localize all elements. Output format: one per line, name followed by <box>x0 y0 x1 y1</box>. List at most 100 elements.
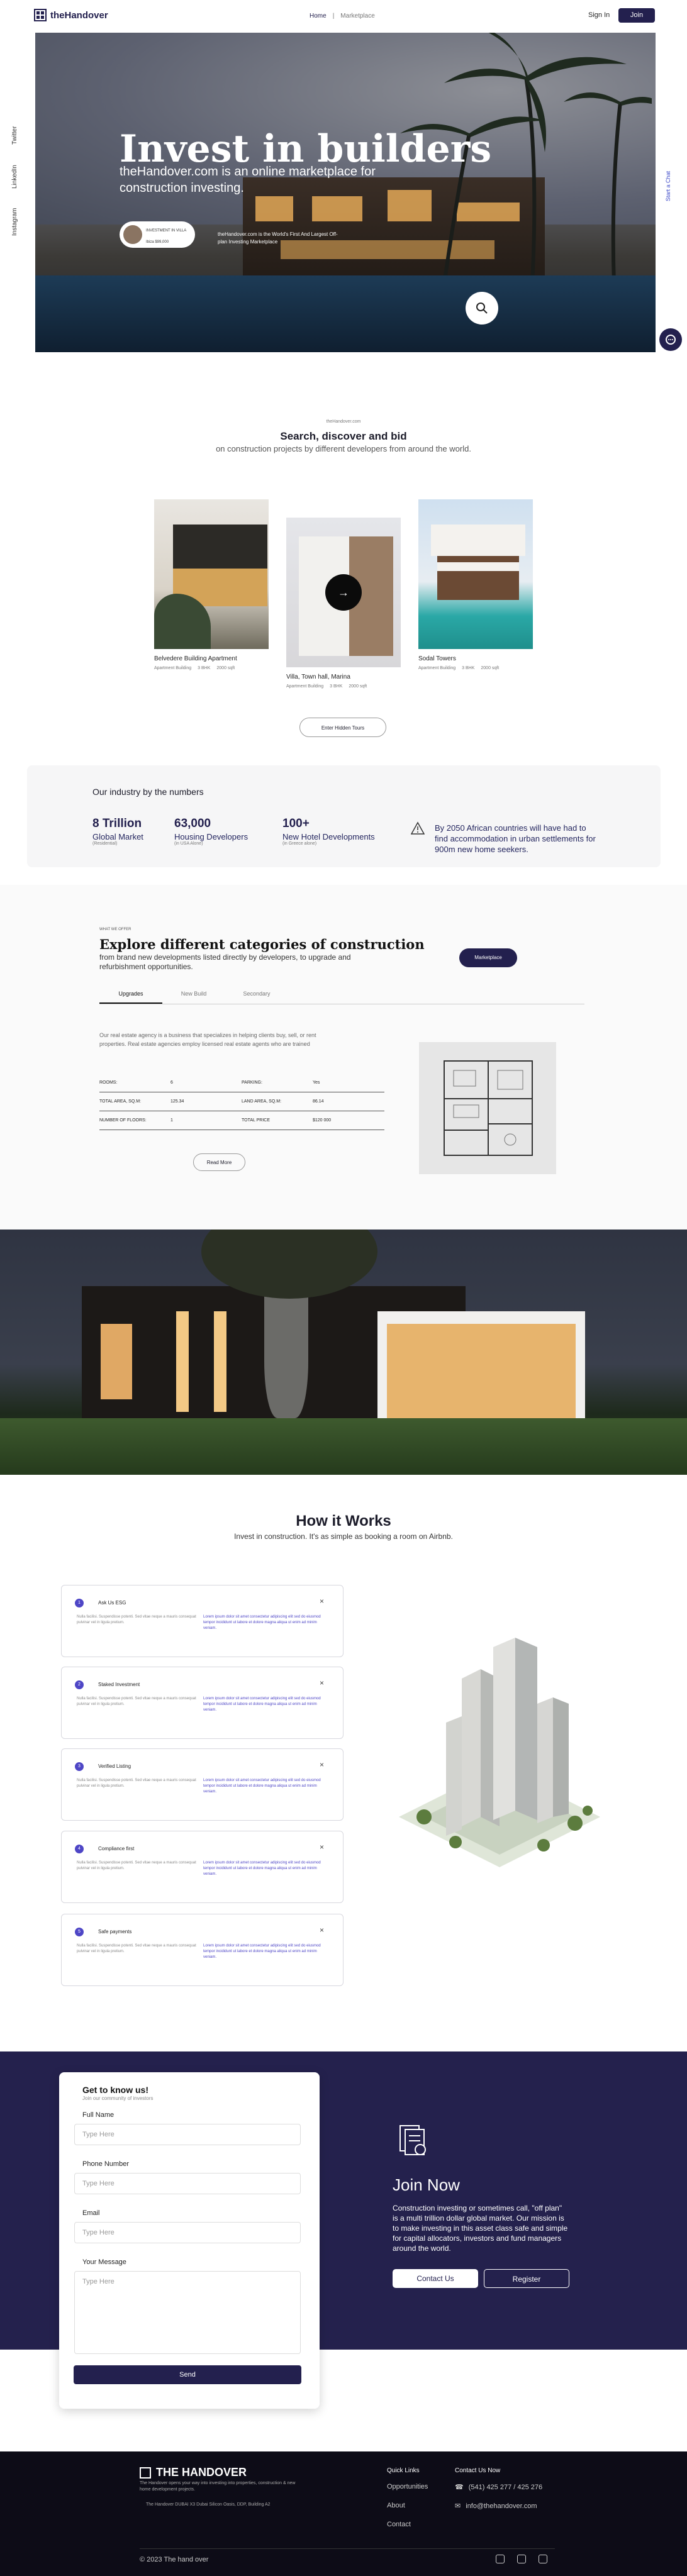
chat-fab-button[interactable] <box>659 328 682 351</box>
how-it-works-title: How it Works <box>296 1513 391 1530</box>
project-card-name: Sodal Towers <box>418 655 456 662</box>
step-body-right: Lorem ipsum dolor sit amet consectetur a… <box>203 1615 321 1630</box>
footer-phone[interactable]: ☎ (541) 425 277 / 425 276 <box>455 2483 542 2492</box>
stat-item: 100+ New Hotel Developments (in Greece alo… <box>282 817 375 846</box>
phone-icon: ☎ <box>455 2484 464 2491</box>
step-body-left: Nulla facilisi. Suspendisse potenti. Sed… <box>77 1779 196 1788</box>
floor-plan-image <box>419 1042 556 1174</box>
footer-divider <box>140 2548 555 2549</box>
footer-brand: THE HANDOVER <box>140 2466 247 2479</box>
step-card[interactable]: 3 Verified Listing × Nulla facilisi. Sus… <box>61 1748 344 1821</box>
contact-form: Get to know us! Join our community of in… <box>59 2072 320 2409</box>
message-textarea[interactable]: Type Here <box>74 2271 301 2354</box>
tab-new-build[interactable]: New Build <box>162 991 225 1004</box>
category-tabs: Upgrades New Build Secondary <box>99 991 584 1004</box>
project-card[interactable]: Sodal Towers Apartment Building 3 BHK 2000… <box>418 499 533 670</box>
categories-description: from brand new developments listed direc… <box>99 953 351 971</box>
chat-icon <box>666 335 676 345</box>
instagram-link[interactable]: Instagram <box>11 208 18 236</box>
footer-address: The Handover DUBAI X3 Dubai Silicon Oasi… <box>146 2502 271 2507</box>
search-eyebrow: theHandover.com <box>326 419 361 424</box>
footer: THE HANDOVER The Handover opens your way… <box>0 2451 687 2576</box>
copyright: © 2023 The hand over <box>140 2556 209 2563</box>
nav-divider: | <box>332 13 335 19</box>
stat-item: 8 Trillion Global Market (Residential) <box>92 817 143 846</box>
logo-icon <box>34 9 47 21</box>
register-button[interactable]: Register <box>484 2269 569 2288</box>
linkedin-link[interactable]: LinkedIn <box>11 165 18 189</box>
hero-search-button[interactable] <box>466 292 498 325</box>
step-card[interactable]: 5 Safe payments × Nulla facilisi. Suspen… <box>61 1914 344 1986</box>
join-button[interactable]: Join <box>618 8 655 23</box>
top-header: theHandover Home | Marketplace Sign In J… <box>0 0 687 33</box>
warning-icon <box>411 821 425 835</box>
field-label: Phone Number <box>82 2160 129 2168</box>
investment-badge[interactable]: INVESTMENT IN VILLA Ibiza $99,000 <box>120 221 195 248</box>
categories-paragraph: Our real estate agency is a business tha… <box>99 1032 316 1047</box>
mail-icon: ✉ <box>455 2502 461 2510</box>
join-description: Construction investing or sometimes call… <box>393 2204 568 2253</box>
step-body-left: Nulla facilisi. Suspendisse potenti. Sed… <box>77 1697 196 1706</box>
badge-line1: INVESTMENT IN VILLA <box>146 229 187 233</box>
footer-link-opportunities[interactable]: Opportunities <box>387 2483 428 2490</box>
footer-link-about[interactable]: About <box>387 2502 405 2509</box>
quick-links-title: Quick Links <box>387 2467 420 2474</box>
step-number: 4 <box>75 1845 84 1853</box>
enter-hidden-tours-button[interactable]: Enter Hidden Tours <box>299 718 386 737</box>
close-icon[interactable]: × <box>320 1679 324 1687</box>
footer-socials <box>496 2555 547 2563</box>
marketplace-button[interactable]: Marketplace <box>459 948 517 967</box>
numbers-heading: Our industry by the numbers <box>92 787 204 797</box>
step-card[interactable]: 2 Staked Investment × Nulla facilisi. Su… <box>61 1667 344 1739</box>
stat-item: 63,000 Housing Developers (in USA Alone) <box>174 817 249 846</box>
badge-line2: Ibiza $99,000 <box>146 240 169 244</box>
step-title: Safe payments <box>98 1929 132 1935</box>
sign-in-link[interactable]: Sign In <box>588 11 610 19</box>
phone-input[interactable]: Type Here <box>74 2173 301 2194</box>
hero-banner: Invest in builders theHandover.com is an… <box>35 33 656 352</box>
instagram-icon[interactable] <box>539 2555 547 2563</box>
read-more-button[interactable]: Read More <box>193 1153 245 1171</box>
linkedin-icon[interactable] <box>496 2555 505 2563</box>
how-it-works-subtitle: Invest in construction. It's as simple a… <box>234 1532 453 1541</box>
step-title: Ask Us ESG <box>98 1600 126 1606</box>
email-input[interactable]: Type Here <box>74 2222 301 2243</box>
form-subtitle: Join our community of investors <box>82 2096 154 2101</box>
send-button[interactable]: Send <box>74 2365 301 2384</box>
tab-upgrades[interactable]: Upgrades <box>99 991 162 1004</box>
step-card[interactable]: 1 Ask Us ESG × Nulla facilisi. Suspendis… <box>61 1585 344 1657</box>
brand-logo[interactable]: theHandover <box>34 9 108 21</box>
badge-avatar <box>123 225 142 244</box>
twitter-link[interactable]: Twitter <box>11 126 18 145</box>
project-card-name: Belvedere Building Apartment <box>154 655 237 662</box>
search-subtitle: on construction projects by different de… <box>216 444 471 453</box>
footer-link-contact[interactable]: Contact <box>387 2521 411 2528</box>
field-label: Email <box>82 2209 100 2217</box>
step-body-right: Lorem ipsum dolor sit amet consectetur a… <box>203 1697 321 1712</box>
full-name-input[interactable]: Type Here <box>74 2124 301 2145</box>
brand-name: theHandover <box>50 9 108 21</box>
step-card[interactable]: 4 Compliance first × Nulla facilisi. Sus… <box>61 1831 344 1903</box>
nav-home[interactable]: Home <box>310 13 327 19</box>
close-icon[interactable]: × <box>320 1597 324 1606</box>
close-icon[interactable]: × <box>320 1760 324 1769</box>
step-body-left: Nulla facilisi. Suspendisse potenti. Sed… <box>77 1944 196 1953</box>
project-card[interactable]: → Villa, Town hall, Marina Apartment Bui… <box>286 518 401 689</box>
step-number: 3 <box>75 1762 84 1771</box>
modern-house-image <box>0 1230 687 1475</box>
search-icon <box>476 303 488 314</box>
start-chat-side-link[interactable]: Start a Chat <box>665 171 671 201</box>
close-icon[interactable]: × <box>320 1926 324 1935</box>
contact-title: Contact Us Now <box>455 2467 501 2474</box>
project-card[interactable]: Belvedere Building Apartment Apartment B… <box>154 499 269 670</box>
footer-email[interactable]: ✉ info@thehandover.com <box>455 2502 537 2511</box>
search-title: Search, discover and bid <box>280 430 407 442</box>
isometric-towers-image <box>399 1638 600 1867</box>
arrow-right-icon[interactable]: → <box>325 574 362 611</box>
tab-secondary[interactable]: Secondary <box>225 991 288 1004</box>
twitter-icon[interactable] <box>517 2555 526 2563</box>
nav-marketplace[interactable]: Marketplace <box>340 13 374 19</box>
close-icon[interactable]: × <box>320 1843 324 1852</box>
contact-us-button[interactable]: Contact Us <box>393 2269 478 2288</box>
field-label: Full Name <box>82 2111 114 2119</box>
